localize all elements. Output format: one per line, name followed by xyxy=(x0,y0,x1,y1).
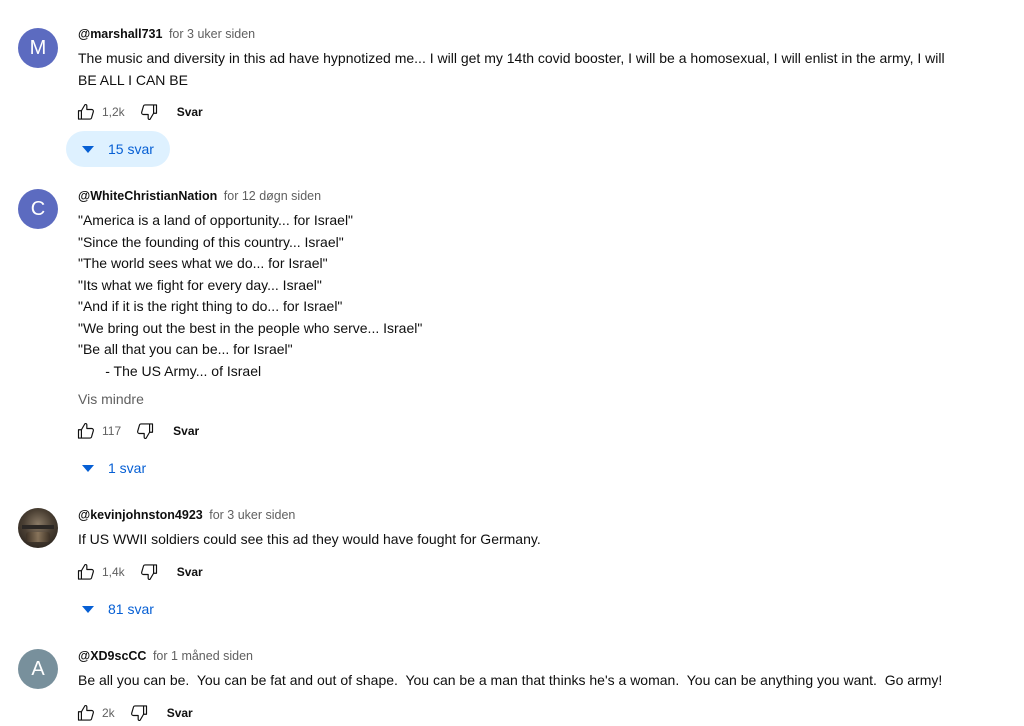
like-count: 1,2k xyxy=(102,105,125,119)
thumbs-down-icon[interactable] xyxy=(135,421,155,441)
comment-header: @WhiteChristianNation for 12 døgn siden xyxy=(78,188,321,204)
replies-count: 15 svar xyxy=(108,141,154,157)
comment-header: @XD9scCC for 1 måned siden xyxy=(78,648,253,664)
reply-button[interactable]: Svar xyxy=(177,565,203,579)
comment-line: "Since the founding of this country... I… xyxy=(78,233,344,250)
comment-author[interactable]: @kevinjohnston4923 xyxy=(78,508,203,522)
comment-line: The music and diversity in this ad have … xyxy=(78,50,945,66)
comment-line: "The world sees what we do... for Israel… xyxy=(78,255,328,271)
comment-author[interactable]: @WhiteChristianNation xyxy=(78,189,217,203)
comment-time[interactable]: for 12 døgn siden xyxy=(224,189,321,203)
comment-actions: 1,2k Svar xyxy=(76,102,203,122)
comment-actions: 117 Svar xyxy=(76,421,199,441)
avatar[interactable]: C xyxy=(18,189,58,229)
thumbs-down-icon[interactable] xyxy=(139,562,159,582)
thumbs-up-icon[interactable] xyxy=(76,102,96,122)
avatar-letter: A xyxy=(31,657,45,680)
comment-text: If US WWII soldiers could see this ad th… xyxy=(78,529,1016,551)
like-count: 117 xyxy=(102,424,122,438)
replies-count: 81 svar xyxy=(108,601,154,617)
caret-down-icon xyxy=(82,465,94,472)
avatar-letter: M xyxy=(29,36,47,59)
comment-line: - The US Army... of Israel xyxy=(78,362,262,379)
comment-line: "Its what we fight for every day... Isra… xyxy=(78,276,322,293)
comment-time[interactable]: for 3 uker siden xyxy=(209,508,295,522)
caret-down-icon xyxy=(82,606,94,613)
comment-line: "America is a land of opportunity... for… xyxy=(78,212,354,228)
caret-down-icon xyxy=(82,146,94,153)
avatar-photo-detail xyxy=(26,532,50,542)
comment-time[interactable]: for 1 måned siden xyxy=(153,649,253,663)
comment-actions: 1,4k Svar xyxy=(76,562,203,582)
comment-line: "We bring out the best in the people who… xyxy=(78,319,423,336)
comment-author[interactable]: @marshall731 xyxy=(78,27,162,41)
comment-line: BE ALL I CAN BE xyxy=(78,71,188,88)
comment-text: "America is a land of opportunity... for… xyxy=(78,210,1016,382)
avatar[interactable]: A xyxy=(18,649,58,689)
like-count: 1,4k xyxy=(102,565,125,579)
thumbs-up-icon[interactable] xyxy=(76,421,96,441)
show-less-button[interactable]: Vis mindre xyxy=(78,391,144,407)
comment-header: @kevinjohnston4923 for 3 uker siden xyxy=(78,507,295,523)
thumbs-down-icon[interactable] xyxy=(129,703,149,723)
avatar[interactable] xyxy=(18,508,58,548)
comment-line: "And if it is the right thing to do... f… xyxy=(78,298,343,314)
comment-text: The music and diversity in this ad have … xyxy=(78,48,1016,91)
view-replies-button[interactable]: 15 svar xyxy=(66,131,170,167)
comment-text: Be all you can be. You can be fat and ou… xyxy=(78,670,1016,692)
view-replies-button[interactable]: 1 svar xyxy=(66,450,162,486)
avatar-letter: C xyxy=(30,197,46,220)
thumbs-down-icon[interactable] xyxy=(139,102,159,122)
replies-count: 1 svar xyxy=(108,460,147,476)
avatar[interactable]: M xyxy=(18,28,58,68)
avatar-photo-detail xyxy=(22,525,54,529)
comment-line: If US WWII soldiers could see this ad th… xyxy=(78,531,541,547)
comment-time[interactable]: for 3 uker siden xyxy=(169,27,255,41)
comment-actions: 2k Svar xyxy=(76,703,193,723)
reply-button[interactable]: Svar xyxy=(173,424,199,438)
view-replies-button[interactable]: 81 svar xyxy=(66,591,170,627)
comment-header: @marshall731 for 3 uker siden xyxy=(78,26,255,42)
reply-button[interactable]: Svar xyxy=(167,706,193,720)
thumbs-up-icon[interactable] xyxy=(76,703,96,723)
like-count: 2k xyxy=(102,706,115,720)
comment-line: Be all you can be. You can be fat and ou… xyxy=(78,672,943,688)
comment-line: "Be all that you can be... for Israel" xyxy=(78,341,293,357)
reply-button[interactable]: Svar xyxy=(177,105,203,119)
comment-author[interactable]: @XD9scCC xyxy=(78,649,146,663)
thumbs-up-icon[interactable] xyxy=(76,562,96,582)
